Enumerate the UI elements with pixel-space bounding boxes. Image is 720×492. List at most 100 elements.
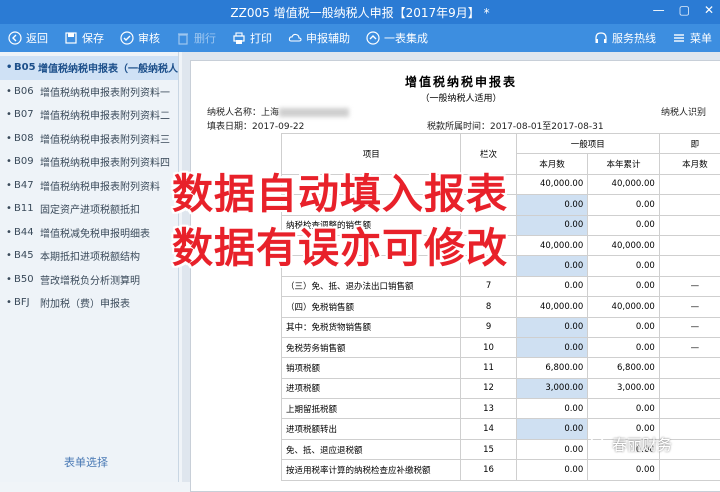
- sidebar-item-label: 增值税纳税申报表附列资料二: [40, 107, 170, 122]
- row-label: 按适用税率计算的纳税检查应补缴税额: [282, 460, 461, 480]
- year-value: 0.00: [588, 399, 660, 419]
- sidebar-item-code: B45: [14, 250, 40, 261]
- form-select-link[interactable]: 表单选择: [64, 454, 108, 470]
- close-icon[interactable]: ✕: [704, 3, 714, 17]
- row-number: 16: [461, 460, 516, 480]
- bullet-icon: •: [6, 109, 10, 120]
- tax-period: 税款所属时间：2017-08-01至2017-08-31: [427, 119, 604, 132]
- overlay-caption-2: 数据有误亦可修改: [140, 214, 540, 274]
- month-value-input[interactable]: 0.00: [516, 317, 588, 337]
- table-row: 上期留抵税额130.000.00: [282, 399, 720, 419]
- up-arrow-circle-icon: [366, 31, 380, 45]
- sidebar-item-b08[interactable]: •B08增值税纳税申报表附列资料三: [0, 127, 178, 151]
- sidebar-item-code: B47: [14, 180, 40, 191]
- save-button[interactable]: 保存: [56, 24, 112, 52]
- sidebar-item-b07[interactable]: •B07增值税纳税申报表附列资料二: [0, 103, 178, 127]
- delete-row-button[interactable]: 删行: [168, 24, 224, 52]
- print-button[interactable]: 打印: [224, 24, 280, 52]
- wechat-icon: [590, 435, 608, 455]
- month-value-input[interactable]: 0.00: [516, 337, 588, 357]
- trash-icon: [176, 31, 190, 45]
- row-number: 11: [461, 358, 516, 378]
- hamburger-icon: [672, 31, 686, 45]
- row-number: 15: [461, 439, 516, 459]
- year-value: 40,000.00: [588, 174, 660, 194]
- integrate-button[interactable]: 一表集成: [358, 24, 436, 52]
- row-number: 13: [461, 399, 516, 419]
- month-2-value: [659, 235, 720, 255]
- bullet-icon: •: [6, 86, 10, 97]
- bullet-icon: •: [6, 133, 10, 144]
- sidebar-item-b06[interactable]: •B06增值税纳税申报表附列资料一: [0, 80, 178, 104]
- row-label: 其中：免税货物销售额: [282, 317, 461, 337]
- sidebar-item-code: BFJ: [14, 297, 40, 308]
- sidebar-item-code: B08: [14, 133, 40, 144]
- month-2-value: [659, 460, 720, 480]
- header-year: 本年累计: [588, 154, 660, 174]
- cloud-icon: [288, 31, 302, 45]
- month-value: 0.00: [516, 439, 588, 459]
- bullet-icon: •: [6, 180, 10, 191]
- month-2-value: [659, 378, 720, 398]
- sidebar-item-b05[interactable]: •B05增值税纳税申报表（一般纳税人: [0, 56, 178, 80]
- report-title: 增值税纳税申报表: [191, 73, 720, 90]
- year-value: 0.00: [588, 256, 660, 276]
- row-number: 10: [461, 337, 516, 357]
- audit-button[interactable]: 审核: [112, 24, 168, 52]
- year-value: 0.00: [588, 195, 660, 215]
- month-value: 0.00: [516, 276, 588, 296]
- month-value: 0.00: [516, 399, 588, 419]
- row-number: 9: [461, 317, 516, 337]
- table-row: 免税劳务销售额100.000.00—: [282, 337, 720, 357]
- sidebar-item-bfj[interactable]: •BFJ附加税（费）申报表: [0, 291, 178, 315]
- fill-date: 填表日期：2017-09-22: [207, 119, 304, 132]
- bullet-icon: •: [6, 156, 10, 167]
- redacted-name: [279, 108, 349, 117]
- row-number: 12: [461, 378, 516, 398]
- minimize-icon[interactable]: —: [653, 3, 665, 17]
- sidebar-item-label: 增值税纳税申报表附列资料一: [40, 84, 170, 99]
- year-value: 40,000.00: [588, 297, 660, 317]
- back-arrow-icon: [8, 31, 22, 45]
- hotline-button[interactable]: 服务热线: [586, 24, 664, 52]
- sidebar-item-code: B11: [14, 203, 40, 214]
- menu-button[interactable]: 菜单: [664, 24, 720, 52]
- year-value: 6,800.00: [588, 358, 660, 378]
- month-2-value: —: [659, 337, 720, 357]
- month-value-input[interactable]: 3,000.00: [516, 378, 588, 398]
- table-row: 按适用税率计算的纳税检查应补缴税额160.000.00: [282, 460, 720, 480]
- row-label: 免、抵、退应退税额: [282, 439, 461, 459]
- bullet-icon: •: [6, 203, 10, 214]
- overlay-caption-1: 数据自动填入报表: [140, 160, 540, 220]
- report-sheet: 增值税纳税申报表 （一般纳税人适用） 纳税人名称：上海 纳税人识别 填表日期：2…: [190, 60, 720, 492]
- header-extra: 即: [659, 134, 720, 154]
- report-subtitle: （一般纳税人适用）: [191, 91, 720, 104]
- maximize-icon[interactable]: ▢: [679, 3, 690, 17]
- watermark: 春丽财务: [590, 434, 672, 455]
- row-label: （四）免税销售额: [282, 297, 461, 317]
- assist-button[interactable]: 申报辅助: [280, 24, 358, 52]
- month-2-value: —: [659, 317, 720, 337]
- title-bar: ZZ005 增值税一般纳税人申报【2017年9月】 * — ▢ ✕: [0, 0, 720, 24]
- row-number: 8: [461, 297, 516, 317]
- save-disk-icon: [64, 31, 78, 45]
- month-2-value: [659, 358, 720, 378]
- sidebar-item-label: 增值税减免税申报明细表: [40, 225, 150, 240]
- year-value: 40,000.00: [588, 235, 660, 255]
- row-label: 进项税额: [282, 378, 461, 398]
- year-value: 0.00: [588, 215, 660, 235]
- row-label: 销项税额: [282, 358, 461, 378]
- bullet-icon: •: [6, 62, 10, 73]
- sidebar-item-label: 本期抵扣进项税额结构: [40, 248, 140, 263]
- sidebar-item-label: 附加税（费）申报表: [40, 295, 130, 310]
- row-number: 7: [461, 276, 516, 296]
- month-value-input[interactable]: 0.00: [516, 419, 588, 439]
- back-button[interactable]: 返回: [0, 24, 56, 52]
- table-row: 进项税额123,000.003,000.00: [282, 378, 720, 398]
- header-month-2: 本月数: [659, 154, 720, 174]
- month-2-value: [659, 256, 720, 276]
- month-value: 40,000.00: [516, 297, 588, 317]
- taxpayer-name: 纳税人名称：上海: [207, 105, 349, 118]
- sidebar-item-code: B50: [14, 274, 40, 285]
- year-value: 0.00: [588, 317, 660, 337]
